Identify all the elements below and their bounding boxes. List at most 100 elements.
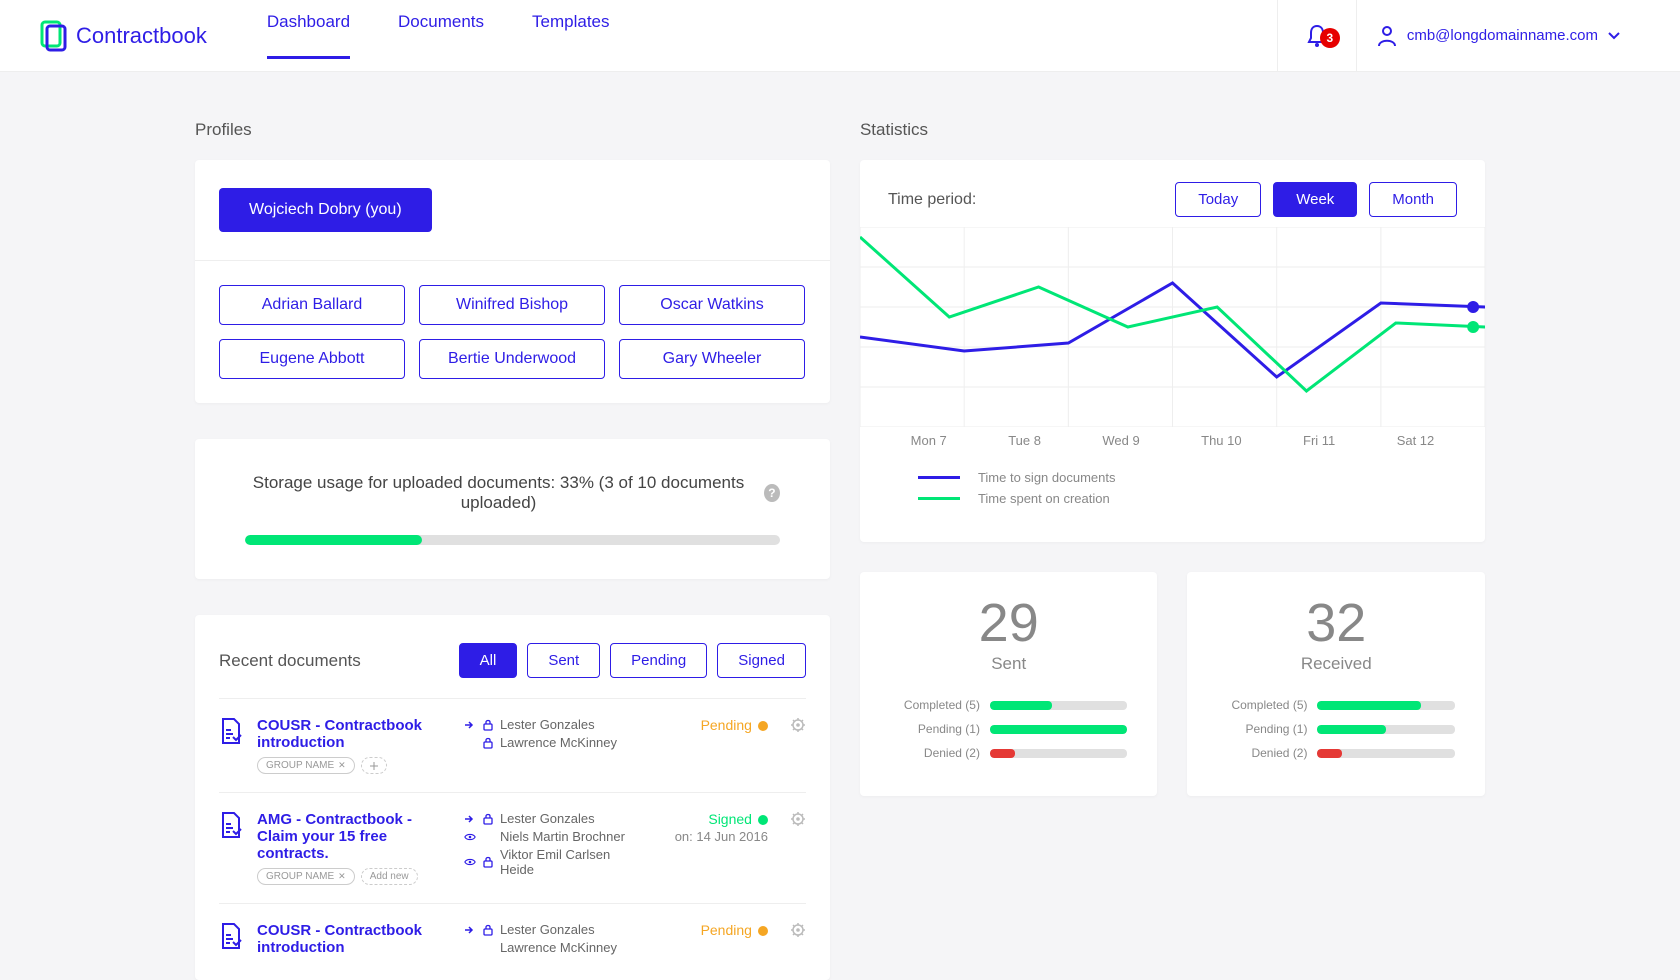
profile-button[interactable]: Eugene Abbott: [219, 339, 405, 379]
bar-label: Denied (2): [890, 746, 980, 760]
status-label: Pending: [701, 717, 752, 733]
notifications-button[interactable]: 3: [1277, 0, 1357, 72]
document-icon: [219, 922, 243, 955]
summary-bar-row: Denied (2): [1217, 746, 1455, 760]
status-label: Signed: [708, 811, 752, 827]
add-tag-button[interactable]: Add new: [361, 868, 418, 885]
profile-button[interactable]: Adrian Ballard: [219, 285, 405, 325]
document-title: AMG - Contractbook - Claim your 15 free …: [257, 811, 450, 862]
storage-card: Storage usage for uploaded documents: 33…: [195, 439, 830, 579]
period-month[interactable]: Month: [1369, 182, 1457, 217]
person-row: Viktor Emil Carlsen Heide: [464, 847, 644, 877]
recent-documents-title: Recent documents: [219, 651, 361, 671]
profiles-card: Wojciech Dobry (you) Adrian Ballard Winif…: [195, 160, 830, 403]
profile-button[interactable]: Bertie Underwood: [419, 339, 605, 379]
bar-label: Denied (2): [1217, 746, 1307, 760]
person-row: Lawrence McKinney: [464, 940, 644, 955]
filter-sent[interactable]: Sent: [527, 643, 600, 678]
lock-icon: [482, 924, 494, 936]
status-dot: [758, 926, 768, 936]
bar-label: Completed (5): [1217, 698, 1307, 712]
document-icon: [219, 811, 243, 844]
share-icon: [464, 813, 476, 825]
sent-label: Sent: [890, 654, 1128, 674]
storage-bar: [245, 535, 780, 545]
lock-icon: [482, 813, 494, 825]
person-row: Lester Gonzales: [464, 717, 644, 732]
document-row[interactable]: COUSR - Contractbook introduction Lester …: [219, 903, 806, 980]
share-icon: [464, 924, 476, 936]
lock-icon: [482, 856, 494, 868]
logo-icon: [40, 20, 68, 52]
time-period-label: Time period:: [888, 191, 976, 209]
gear-icon[interactable]: [790, 717, 806, 738]
profile-button[interactable]: Gary Wheeler: [619, 339, 805, 379]
gear-icon[interactable]: [790, 922, 806, 943]
filter-pending[interactable]: Pending: [610, 643, 707, 678]
eye-icon: [464, 856, 476, 868]
statistics-section-title: Statistics: [860, 120, 1485, 140]
status-dot: [758, 721, 768, 731]
document-title: COUSR - Contractbook introduction: [257, 922, 450, 956]
person-row: Niels Martin Brochner: [464, 829, 644, 844]
user-email: cmb@longdomainname.com: [1407, 27, 1598, 44]
gear-icon[interactable]: [790, 811, 806, 832]
person-row: Lawrence McKinney: [464, 735, 644, 750]
period-week[interactable]: Week: [1273, 182, 1357, 217]
summary-bar-row: Completed (5): [890, 698, 1128, 712]
person-row: Lester Gonzales: [464, 811, 644, 826]
storage-fill: [245, 535, 422, 545]
user-menu[interactable]: cmb@longdomainname.com: [1357, 25, 1640, 47]
logo[interactable]: Contractbook: [40, 20, 207, 52]
status-dot: [758, 815, 768, 825]
add-tag-button[interactable]: [361, 757, 387, 774]
bar-label: Pending (1): [1217, 722, 1307, 736]
filter-all[interactable]: All: [459, 643, 518, 678]
received-label: Received: [1217, 654, 1455, 674]
lock-icon: [482, 719, 494, 731]
summary-received-card: 32 Received Completed (5) Pending (1) Deni…: [1187, 572, 1485, 796]
profile-self-button[interactable]: Wojciech Dobry (you): [219, 188, 432, 232]
legend-blue-label: Time to sign documents: [978, 470, 1116, 485]
nav-dashboard[interactable]: Dashboard: [267, 12, 350, 59]
user-icon: [1377, 25, 1397, 47]
recent-documents-card: Recent documents All Sent Pending Signed CO…: [195, 615, 830, 980]
help-icon[interactable]: ?: [764, 484, 780, 502]
profile-button[interactable]: Winifred Bishop: [419, 285, 605, 325]
x-axis-label: Sat 12: [1397, 433, 1435, 448]
bar-label: Pending (1): [890, 722, 980, 736]
summary-bar-row: Pending (1): [890, 722, 1128, 736]
group-tag[interactable]: GROUP NAME ✕: [257, 868, 355, 885]
person-row: Lester Gonzales: [464, 922, 644, 937]
notification-count: 3: [1320, 28, 1340, 48]
summary-sent-card: 29 Sent Completed (5) Pending (1) Denied (…: [860, 572, 1158, 796]
received-value: 32: [1217, 596, 1455, 650]
nav-templates[interactable]: Templates: [532, 12, 609, 59]
storage-usage-text: Storage usage for uploaded documents: 33…: [245, 473, 752, 513]
document-row[interactable]: AMG - Contractbook - Claim your 15 free …: [219, 792, 806, 903]
chevron-down-icon: [1608, 32, 1620, 40]
main-nav: Dashboard Documents Templates: [267, 12, 610, 59]
x-axis-label: Wed 9: [1102, 433, 1139, 448]
group-tag[interactable]: GROUP NAME ✕: [257, 757, 355, 774]
status-label: Pending: [701, 922, 752, 938]
document-icon: [219, 717, 243, 750]
brand-text: Contractbook: [76, 23, 207, 49]
profiles-section-title: Profiles: [195, 120, 830, 140]
statistics-card: Time period: TodayWeekMonth Mon 7Tue 8We…: [860, 160, 1485, 542]
summary-bar-row: Pending (1): [1217, 722, 1455, 736]
filter-signed[interactable]: Signed: [717, 643, 806, 678]
x-axis-label: Fri 11: [1303, 433, 1335, 448]
x-axis-label: Mon 7: [911, 433, 947, 448]
document-row[interactable]: COUSR - Contractbook introductionGROUP N…: [219, 698, 806, 792]
eye-icon: [464, 831, 476, 843]
bar-label: Completed (5): [890, 698, 980, 712]
nav-documents[interactable]: Documents: [398, 12, 484, 59]
sent-value: 29: [890, 596, 1128, 650]
status-date: on: 14 Jun 2016: [658, 829, 768, 844]
period-today[interactable]: Today: [1175, 182, 1261, 217]
lock-icon: [482, 737, 494, 749]
legend-green-label: Time spent on creation: [978, 491, 1110, 506]
share-icon: [464, 719, 476, 731]
profile-button[interactable]: Oscar Watkins: [619, 285, 805, 325]
